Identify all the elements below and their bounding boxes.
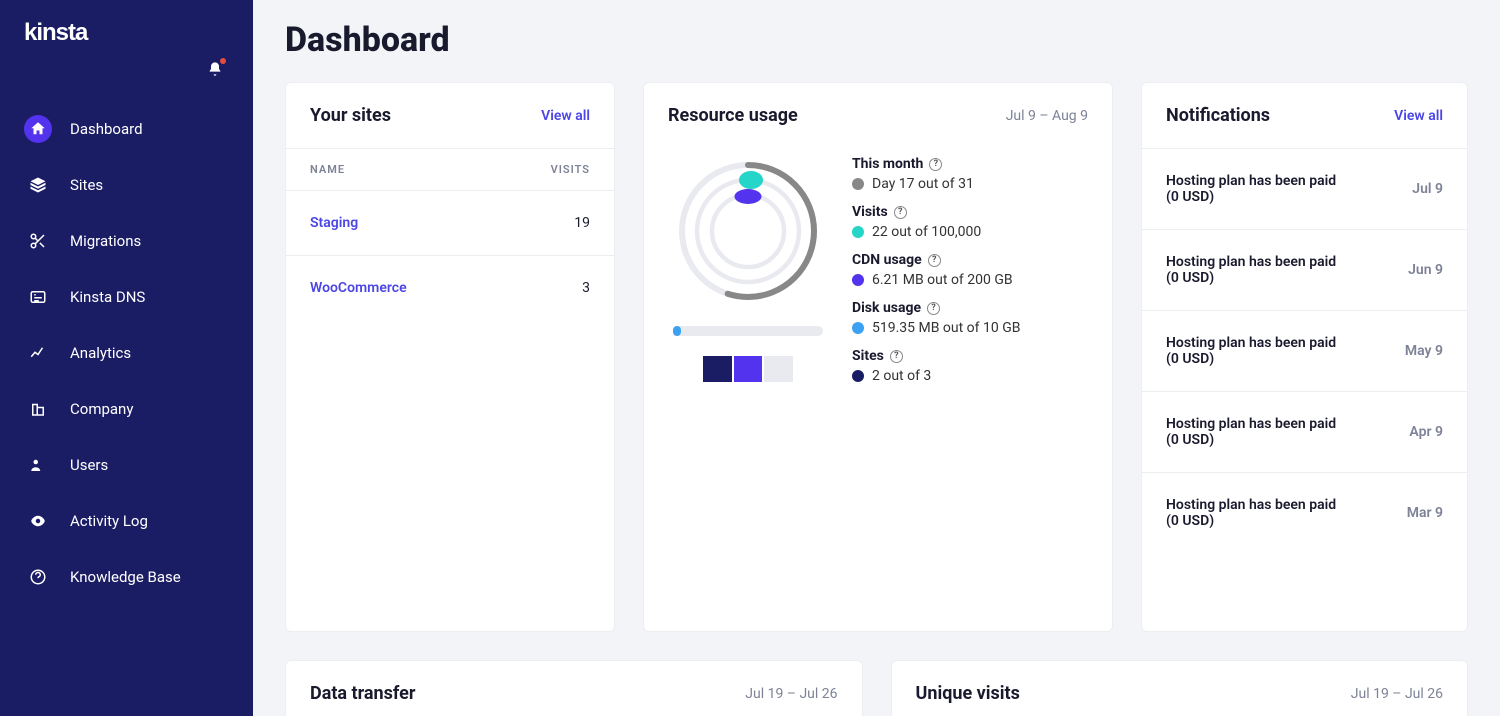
building-icon: [24, 395, 52, 423]
sidebar: KINSTA Dashboard Sites Migrations Kinsta…: [0, 0, 253, 716]
sidebar-item-users[interactable]: Users: [12, 441, 241, 489]
site-link[interactable]: WooCommerce: [310, 280, 407, 296]
stat-month-label: This month: [852, 156, 923, 172]
sidebar-item-dns[interactable]: Kinsta DNS: [12, 273, 241, 321]
notification-item[interactable]: Hosting plan has been paid (0 USD) Apr 9: [1142, 391, 1467, 472]
notification-date: Apr 9: [1409, 424, 1443, 440]
resource-card-title: Resource usage: [668, 105, 798, 126]
notifications-card-title: Notifications: [1166, 105, 1270, 126]
notification-date: Mar 9: [1407, 505, 1443, 521]
sites-card-title: Your sites: [310, 105, 391, 126]
sidebar-item-company[interactable]: Company: [12, 385, 241, 433]
stat-cdn-value: 6.21 MB out of 200 GB: [872, 272, 1013, 288]
users-icon: [24, 451, 52, 479]
sites-card: Your sites View all NAME VISITS Staging …: [285, 82, 615, 632]
site-link[interactable]: Staging: [310, 215, 358, 231]
notification-item[interactable]: Hosting plan has been paid (0 USD) Mar 9: [1142, 472, 1467, 553]
dot-icon: [852, 322, 864, 334]
disk-usage-bar: [673, 326, 823, 336]
bell-icon: [207, 61, 223, 77]
sites-col-visits: VISITS: [551, 163, 590, 176]
stat-sites-value: 2 out of 3: [872, 368, 931, 384]
sidebar-item-label: Analytics: [70, 344, 131, 362]
notifications-card: Notifications View all Hosting plan has …: [1141, 82, 1468, 632]
globe-icon: [24, 283, 52, 311]
site-visits: 3: [582, 280, 590, 296]
stat-visits-value: 22 out of 100,000: [872, 224, 981, 240]
nav-list: Dashboard Sites Migrations Kinsta DNS An…: [0, 105, 253, 609]
notification-text: Hosting plan has been paid (0 USD): [1166, 335, 1346, 367]
info-icon[interactable]: ?: [890, 350, 903, 363]
notification-date: Jul 9: [1412, 181, 1443, 197]
notification-item[interactable]: Hosting plan has been paid (0 USD) Jun 9: [1142, 229, 1467, 310]
sidebar-item-label: Migrations: [70, 232, 141, 250]
sites-usage-blocks: [703, 356, 793, 382]
stat-month-value: Day 17 out of 31: [872, 176, 974, 192]
data-transfer-title: Data transfer: [310, 683, 415, 704]
notification-date: Jun 9: [1408, 262, 1443, 278]
notification-item[interactable]: Hosting plan has been paid (0 USD) May 9: [1142, 310, 1467, 391]
notification-date: May 9: [1405, 343, 1443, 359]
eye-icon: [24, 507, 52, 535]
table-row: WooCommerce 3: [286, 256, 614, 320]
table-row: Staging 19: [286, 191, 614, 256]
unique-visits-date-range: Jul 19 – Jul 26: [1351, 686, 1443, 702]
chart-icon: [24, 339, 52, 367]
question-icon: [24, 563, 52, 591]
sidebar-item-sites[interactable]: Sites: [12, 161, 241, 209]
stat-cdn-label: CDN usage: [852, 252, 922, 268]
sidebar-item-label: Company: [70, 400, 133, 418]
stat-sites-label: Sites: [852, 348, 884, 364]
svg-text:KINSTA: KINSTA: [24, 20, 89, 44]
sidebar-item-dashboard[interactable]: Dashboard: [12, 105, 241, 153]
resource-donut-chart: [673, 156, 823, 306]
data-transfer-card: Data transfer Jul 19 – Jul 26: [285, 660, 863, 716]
dot-icon: [852, 178, 864, 190]
scissors-icon: [24, 227, 52, 255]
notification-item[interactable]: Hosting plan has been paid (0 USD) Jul 9: [1142, 148, 1467, 229]
data-transfer-date-range: Jul 19 – Jul 26: [745, 686, 837, 702]
sidebar-item-analytics[interactable]: Analytics: [12, 329, 241, 377]
resource-usage-card: Resource usage Jul 9 – Aug 9: [643, 82, 1113, 632]
info-icon[interactable]: ?: [929, 158, 942, 171]
layers-icon: [24, 171, 52, 199]
resource-date-range: Jul 9 – Aug 9: [1006, 108, 1088, 124]
info-icon[interactable]: ?: [927, 302, 940, 315]
sites-col-name: NAME: [310, 163, 345, 176]
sidebar-item-label: Sites: [70, 176, 103, 194]
notification-text: Hosting plan has been paid (0 USD): [1166, 254, 1346, 286]
dot-icon: [852, 370, 864, 382]
stat-disk-value: 519.35 MB out of 10 GB: [872, 320, 1020, 336]
sidebar-item-label: Knowledge Base: [70, 568, 181, 586]
unique-visits-title: Unique visits: [916, 683, 1020, 704]
info-icon[interactable]: ?: [894, 206, 907, 219]
notification-text: Hosting plan has been paid (0 USD): [1166, 173, 1346, 205]
site-visits: 19: [574, 215, 590, 231]
sidebar-item-label: Activity Log: [70, 512, 148, 530]
sidebar-item-migrations[interactable]: Migrations: [12, 217, 241, 265]
sidebar-item-knowledge[interactable]: Knowledge Base: [12, 553, 241, 601]
main-content: Dashboard Your sites View all NAME VISIT…: [253, 0, 1500, 716]
stat-visits-label: Visits: [852, 204, 888, 220]
info-icon[interactable]: ?: [928, 254, 941, 267]
unique-visits-card: Unique visits Jul 19 – Jul 26: [891, 660, 1469, 716]
dot-icon: [852, 226, 864, 238]
sites-view-all-link[interactable]: View all: [541, 108, 590, 124]
home-icon: [24, 115, 52, 143]
sidebar-item-label: Kinsta DNS: [70, 288, 145, 306]
notifications-bell[interactable]: [0, 61, 253, 105]
page-title: Dashboard: [285, 20, 1468, 60]
notifications-view-all-link[interactable]: View all: [1394, 108, 1443, 124]
notification-text: Hosting plan has been paid (0 USD): [1166, 497, 1346, 529]
brand-logo[interactable]: KINSTA: [0, 20, 253, 61]
dot-icon: [852, 274, 864, 286]
sidebar-item-activity[interactable]: Activity Log: [12, 497, 241, 545]
sidebar-item-label: Users: [70, 456, 108, 474]
notification-text: Hosting plan has been paid (0 USD): [1166, 416, 1346, 448]
stat-disk-label: Disk usage: [852, 300, 921, 316]
sidebar-item-label: Dashboard: [70, 120, 143, 138]
